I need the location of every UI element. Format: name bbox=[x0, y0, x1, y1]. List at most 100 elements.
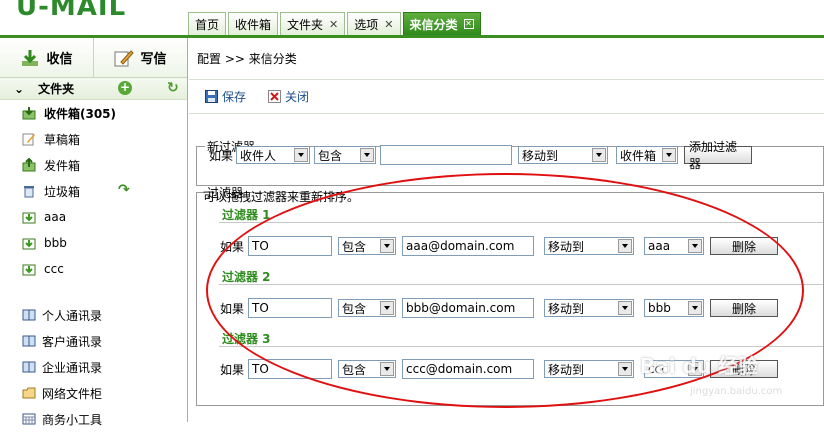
select-value: 包含 bbox=[342, 239, 367, 254]
watermark: Bai du 经验 bbox=[640, 354, 759, 378]
tab-mail-filter[interactable]: 来信分类 ✕ bbox=[402, 12, 481, 35]
folders-header[interactable]: ⌄ 文件夹 + ↻ bbox=[0, 78, 187, 100]
filter-2-op-select[interactable]: 包含 bbox=[338, 299, 397, 317]
close-icon[interactable]: ✕ bbox=[384, 18, 393, 31]
addressbook-icon bbox=[22, 309, 36, 321]
chevron-down-icon bbox=[618, 239, 633, 253]
tab-label: 来信分类 bbox=[409, 17, 458, 32]
close-icon[interactable]: ✕ bbox=[329, 18, 338, 31]
new-filter-field-select[interactable]: 收件人 bbox=[236, 146, 311, 164]
refresh-icon[interactable]: ↻ bbox=[167, 80, 179, 96]
sidebar: 收信 写信 ⌄ 文件夹 + ↻ 收件箱(305) 草稿箱 发件箱 垃圾箱 ↷ a… bbox=[0, 38, 188, 427]
filter-2-title[interactable]: 过滤器 2 bbox=[222, 268, 271, 285]
folder-item-ccc[interactable]: ccc bbox=[0, 256, 187, 282]
filter-3-op-select[interactable]: 包含 bbox=[338, 360, 397, 378]
filter-3-value-input[interactable]: ccc@domain.com bbox=[402, 359, 535, 379]
calendar-icon bbox=[22, 413, 36, 425]
chevron-down-icon bbox=[618, 362, 633, 376]
filter-1-action-select[interactable]: 移动到 bbox=[544, 237, 635, 255]
save-label: 保存 bbox=[222, 90, 247, 104]
filter-2-row[interactable]: 如果 TO 包含 bbb@domain.com 移动到 bbb 删除 bbox=[220, 298, 779, 318]
select-value: 包含 bbox=[342, 362, 367, 377]
chevron-down-icon bbox=[380, 362, 395, 376]
chevron-down-icon bbox=[618, 301, 633, 315]
tab-label: 收件箱 bbox=[235, 17, 272, 32]
tab-label: 选项 bbox=[354, 17, 379, 32]
new-filter-op-select[interactable]: 包含 bbox=[314, 146, 377, 164]
folder-item-trash[interactable]: 垃圾箱 ↷ bbox=[0, 178, 187, 204]
close-button[interactable]: 关闭 bbox=[268, 88, 309, 105]
filter-3-title[interactable]: 过滤器 3 bbox=[222, 330, 271, 347]
filter-2-delete-button[interactable]: 删除 bbox=[710, 299, 779, 317]
contacts-item-personal[interactable]: 个人通讯录 bbox=[0, 302, 188, 328]
chevron-down-icon bbox=[380, 239, 395, 253]
folder-item-bbb[interactable]: bbb bbox=[0, 230, 187, 256]
filter-1-field-input[interactable]: TO bbox=[248, 236, 333, 256]
add-folder-icon[interactable]: + bbox=[118, 81, 132, 95]
select-value: 包含 bbox=[342, 301, 367, 316]
filter-1-value-input[interactable]: aaa@domain.com bbox=[402, 236, 535, 256]
contacts-item-cabinet[interactable]: 网络文件柜 bbox=[0, 380, 188, 406]
folder-item-inbox[interactable]: 收件箱(305) bbox=[0, 100, 187, 126]
new-filter-action-select[interactable]: 移动到 bbox=[518, 146, 609, 164]
tab-home[interactable]: 首页 bbox=[188, 12, 227, 35]
add-filter-label: 添加过滤器 bbox=[689, 140, 738, 171]
delete-label: 删除 bbox=[732, 301, 757, 316]
compose-button[interactable]: 写信 bbox=[94, 38, 187, 77]
contacts-item-customer[interactable]: 客户通讯录 bbox=[0, 328, 188, 354]
filter-2-value-input[interactable]: bbb@domain.com bbox=[402, 298, 535, 318]
filter-2-action-select[interactable]: 移动到 bbox=[544, 299, 635, 317]
delete-label: 删除 bbox=[732, 239, 757, 254]
contacts-item-enterprise[interactable]: 企业通讯录 bbox=[0, 354, 188, 380]
tab-inbox[interactable]: 收件箱 bbox=[228, 12, 279, 35]
folder-item-drafts[interactable]: 草稿箱 bbox=[0, 126, 187, 152]
select-value: bbb bbox=[648, 301, 671, 315]
mail-actions: 收信 写信 bbox=[0, 38, 187, 78]
receive-label: 收信 bbox=[46, 52, 73, 67]
tab-options[interactable]: 选项 ✕ bbox=[347, 12, 401, 35]
if-label: 如果 bbox=[220, 239, 245, 254]
top-bar: U-MAIL 首页 收件箱 文件夹 ✕ 选项 ✕ 来信分类 ✕ bbox=[0, 0, 824, 36]
folder-item-aaa[interactable]: aaa bbox=[0, 204, 187, 230]
filter-2-field-input[interactable]: TO bbox=[248, 298, 333, 318]
empty-trash-icon[interactable]: ↷ bbox=[118, 182, 130, 198]
filter-3-field-input[interactable]: TO bbox=[248, 359, 333, 379]
watermark-url: jingyan.baidu.com bbox=[690, 386, 783, 397]
folder-item-outbox[interactable]: 发件箱 bbox=[0, 152, 187, 178]
new-filter-target-select[interactable]: 收件箱 bbox=[616, 146, 679, 164]
close-icon[interactable]: ✕ bbox=[463, 19, 474, 29]
chevron-down-icon[interactable]: ⌄ bbox=[14, 82, 24, 96]
filter-1-delete-button[interactable]: 删除 bbox=[710, 237, 779, 255]
folder-icon bbox=[22, 210, 36, 224]
filter-1-title[interactable]: 过滤器 1 bbox=[222, 206, 271, 223]
folder-label: 发件箱 bbox=[44, 158, 81, 173]
receive-button[interactable]: 收信 bbox=[0, 38, 94, 77]
close-icon bbox=[268, 90, 282, 103]
select-value: 移动到 bbox=[548, 301, 585, 316]
new-filter-value-input[interactable] bbox=[380, 145, 513, 165]
select-value: 移动到 bbox=[522, 148, 559, 163]
addressbook-icon bbox=[22, 361, 36, 373]
cabinet-icon bbox=[22, 387, 36, 399]
filter-1-divider bbox=[219, 222, 823, 223]
tab-folders[interactable]: 文件夹 ✕ bbox=[280, 12, 346, 35]
filter-1-row[interactable]: 如果 TO 包含 aaa@domain.com 移动到 aaa 删除 bbox=[220, 236, 779, 256]
compose-icon bbox=[114, 49, 135, 66]
if-label: 如果 bbox=[220, 362, 245, 377]
select-value: 移动到 bbox=[548, 239, 585, 254]
filter-2-target-select[interactable]: bbb bbox=[644, 299, 705, 317]
compose-label: 写信 bbox=[140, 52, 167, 67]
save-button[interactable]: 保存 bbox=[205, 88, 246, 105]
filter-1-op-select[interactable]: 包含 bbox=[338, 237, 397, 255]
filter-3-action-select[interactable]: 移动到 bbox=[544, 360, 635, 378]
chevron-down-icon bbox=[360, 148, 375, 162]
add-filter-button[interactable]: 添加过滤器 bbox=[684, 140, 753, 171]
select-value: aaa bbox=[648, 239, 671, 253]
tab-bar: 首页 收件箱 文件夹 ✕ 选项 ✕ 来信分类 ✕ bbox=[188, 12, 483, 36]
tab-label: 首页 bbox=[195, 17, 220, 32]
filter-2-divider bbox=[219, 284, 823, 285]
select-value: 收件箱 bbox=[620, 148, 657, 163]
filter-1-target-select[interactable]: aaa bbox=[644, 237, 705, 255]
contacts-item-tools[interactable]: 商务小工具 bbox=[0, 406, 188, 432]
folder-icon bbox=[22, 236, 36, 250]
